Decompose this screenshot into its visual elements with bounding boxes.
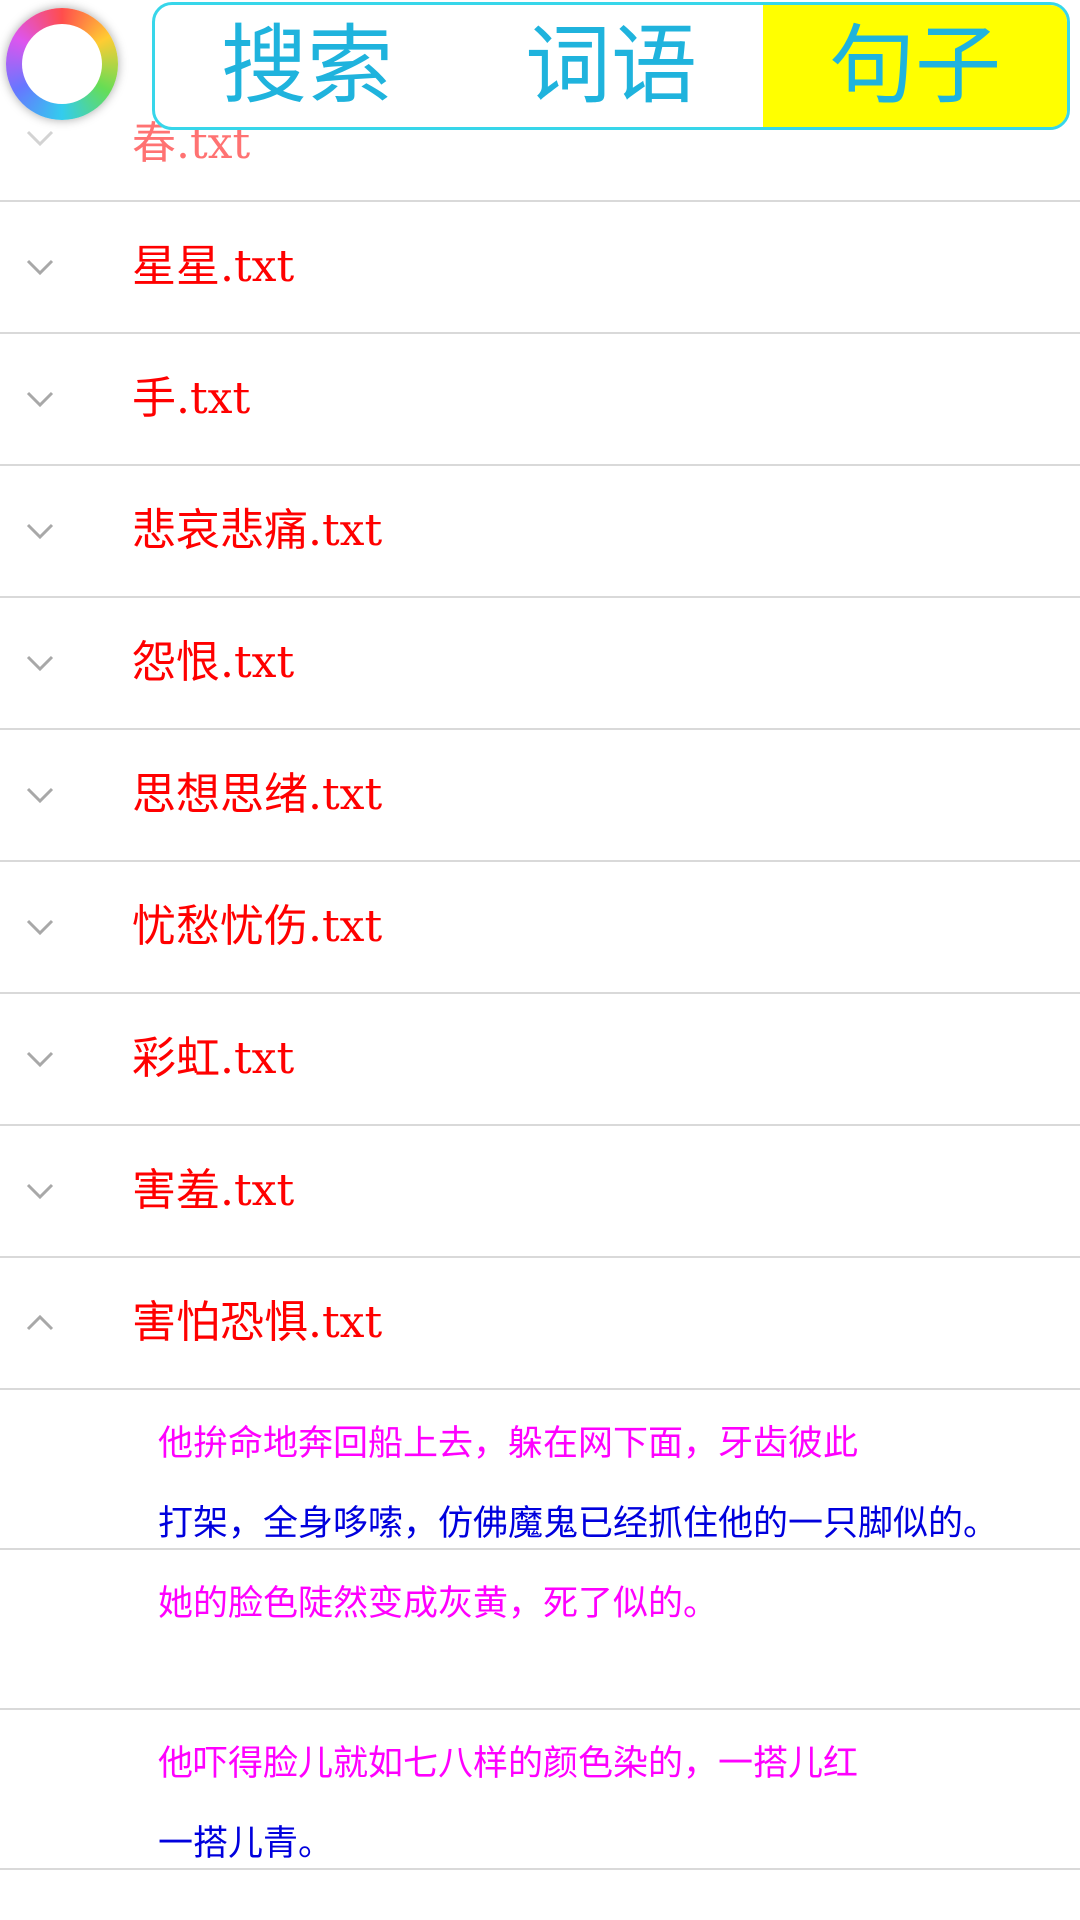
- sentence-line-1: 他拚命地奔回船上去，躲在网下面，牙齿彼此: [158, 1424, 859, 1464]
- app-screen: 春.txt 星星.txt 手.txt 悲哀悲痛.txt 怨恨.txt 思想思绪.…: [0, 0, 1080, 1920]
- chevron-down-icon: [22, 1173, 58, 1209]
- chevron-down-icon: [22, 909, 58, 945]
- top-tab-bar: 搜索 词语 句子: [152, 2, 1070, 130]
- list-group-row[interactable]: 忧愁忧伤.txt: [0, 862, 1080, 994]
- list-group-row-expanded[interactable]: 害怕恐惧.txt: [0, 1258, 1080, 1390]
- sentence-text: 他拚命地奔回船上去，躲在网下面，牙齿彼此 打架，全身哆嗦，仿佛魔鬼已经抓住他的一…: [158, 1404, 1058, 1564]
- chevron-down-icon: [22, 120, 58, 156]
- group-label: 手.txt: [132, 373, 251, 424]
- sentence-text: 她的脸色陡然变成灰黄，死了似的。: [158, 1564, 1058, 1644]
- list-group-row[interactable]: 彩虹.txt: [0, 994, 1080, 1126]
- group-label: 害怕恐惧.txt: [132, 1297, 383, 1348]
- text-file-list: 春.txt 星星.txt 手.txt 悲哀悲痛.txt 怨恨.txt 思想思绪.…: [0, 70, 1080, 1870]
- sentence-item[interactable]: 他拚命地奔回船上去，躲在网下面，牙齿彼此 打架，全身哆嗦，仿佛魔鬼已经抓住他的一…: [0, 1390, 1080, 1550]
- chevron-down-icon: [22, 249, 58, 285]
- tab-search[interactable]: 搜索: [155, 5, 459, 127]
- sentence-line-1: 他吓得脸儿就如七八样的颜色染的，一搭儿红: [158, 1744, 859, 1784]
- list-group-row[interactable]: 手.txt: [0, 334, 1080, 466]
- chevron-down-icon: [22, 645, 58, 681]
- chevron-down-icon: [22, 777, 58, 813]
- group-label: 悲哀悲痛.txt: [132, 505, 383, 556]
- chevron-down-icon: [22, 381, 58, 417]
- chevron-down-icon: [22, 513, 58, 549]
- tab-sentences[interactable]: 句子: [763, 5, 1067, 127]
- list-group-row[interactable]: 思想思绪.txt: [0, 730, 1080, 862]
- sentence-item[interactable]: 她的脸色陡然变成灰黄，死了似的。: [0, 1550, 1080, 1710]
- chevron-down-icon: [22, 1041, 58, 1077]
- chevron-up-icon: [22, 1305, 58, 1341]
- group-label: 怨恨.txt: [132, 637, 295, 688]
- app-logo-icon[interactable]: [6, 8, 118, 120]
- tab-words[interactable]: 词语: [459, 5, 763, 127]
- group-label: 忧愁忧伤.txt: [132, 901, 383, 952]
- group-label: 害羞.txt: [132, 1165, 295, 1216]
- sentence-item[interactable]: 他吓得脸儿就如七八样的颜色染的，一搭儿红 一搭儿青。: [0, 1710, 1080, 1870]
- sentence-line-2: 一搭儿青。: [158, 1824, 334, 1864]
- list-group-row[interactable]: 害羞.txt: [0, 1126, 1080, 1258]
- group-label: 思想思绪.txt: [132, 769, 383, 820]
- sentence-line-1: 她的脸色陡然变成灰黄，死了似的。: [158, 1584, 719, 1624]
- group-label: 彩虹.txt: [132, 1033, 295, 1084]
- sentence-text: 他吓得脸儿就如七八样的颜色染的，一搭儿红 一搭儿青。: [158, 1724, 1058, 1884]
- group-label: 星星.txt: [132, 241, 295, 292]
- list-group-row[interactable]: 怨恨.txt: [0, 598, 1080, 730]
- list-group-row[interactable]: 悲哀悲痛.txt: [0, 466, 1080, 598]
- list-group-row[interactable]: 星星.txt: [0, 202, 1080, 334]
